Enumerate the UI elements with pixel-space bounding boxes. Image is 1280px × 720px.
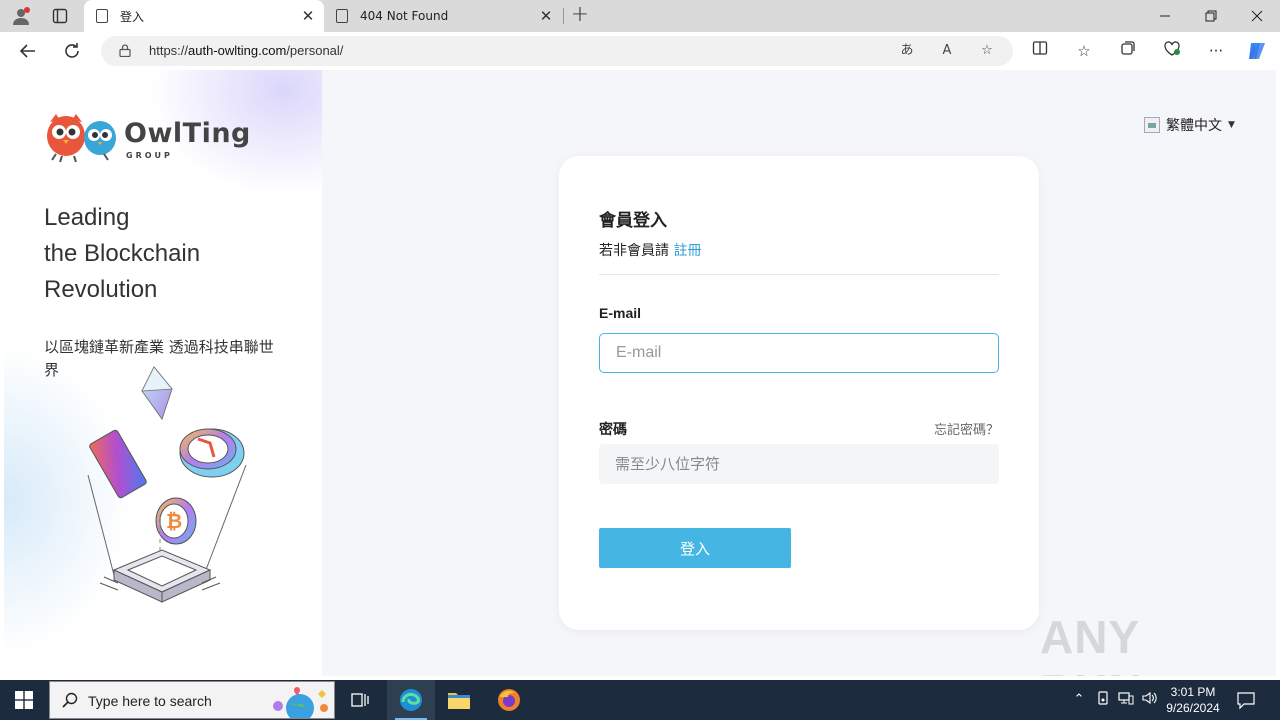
- clock-time: 3:01 PM: [1170, 685, 1216, 699]
- lock-icon[interactable]: [119, 44, 131, 57]
- taskbar: Type here to search ⌃ 3:01 PM 9/26/2024: [0, 680, 1280, 720]
- translate-icon[interactable]: あ: [896, 41, 918, 61]
- page-icon: [336, 9, 348, 23]
- taskbar-edge[interactable]: [387, 680, 435, 720]
- taskbar-file-explorer[interactable]: [435, 680, 483, 720]
- not-member-text: 若非會員請: [599, 243, 669, 259]
- tab-separator: [563, 8, 564, 24]
- profile-icon[interactable]: [10, 5, 32, 27]
- register-prompt: 若非會員請 註冊: [599, 240, 701, 260]
- address-bar-row: https://auth-owlting.com/personal/ あ A ☆…: [0, 32, 1280, 70]
- login-card: 會員登入 若非會員請 註冊 E-mail 密碼 忘記密碼？ 登入: [559, 156, 1039, 630]
- password-field[interactable]: [599, 444, 999, 484]
- taskbar-search[interactable]: Type here to search: [49, 681, 335, 719]
- tab-login[interactable]: 登入 ✕: [84, 0, 324, 32]
- url-scheme: https://: [149, 43, 189, 58]
- new-tab-button[interactable]: +: [569, 4, 591, 26]
- tab-title: 404 Not Found: [360, 9, 449, 23]
- email-field[interactable]: [599, 333, 999, 373]
- network-icon[interactable]: [1117, 691, 1135, 709]
- url-text[interactable]: https://auth-owlting.com/personal/: [149, 43, 343, 58]
- anyrun-watermark: ANY RUN: [1040, 610, 1240, 676]
- favorite-star-icon[interactable]: ☆: [976, 41, 998, 61]
- owlting-logo: OwlTing GROUP: [44, 110, 250, 164]
- close-tab-icon[interactable]: ✕: [300, 8, 316, 24]
- slogan-line-3: Revolution: [44, 276, 158, 303]
- forgot-password-link[interactable]: 忘記密碼？: [934, 419, 999, 438]
- brand-panel: OwlTing GROUP Leading the Blockchain Rev…: [4, 70, 322, 676]
- tab-actions-icon[interactable]: [49, 5, 71, 27]
- brand-wordmark: OwlTing: [124, 118, 251, 149]
- divider: [599, 274, 999, 275]
- slogan-line-1: Leading: [44, 204, 130, 231]
- more-options-icon[interactable]: ···: [1204, 40, 1228, 62]
- volume-icon[interactable]: [1141, 691, 1159, 709]
- taskbar-firefox[interactable]: [485, 680, 533, 720]
- browser-essentials-icon[interactable]: [1160, 40, 1184, 62]
- url-host: auth-owlting.com: [188, 43, 287, 58]
- url-path: /personal/: [286, 43, 344, 58]
- tab-404[interactable]: 404 Not Found ✕: [324, 0, 562, 32]
- blockchain-illustration: ₿: [87, 366, 247, 603]
- register-link[interactable]: 註冊: [673, 243, 701, 259]
- flag-icon: [1144, 117, 1160, 133]
- search-icon: [62, 692, 78, 708]
- login-page: OwlTing GROUP Leading the Blockchain Rev…: [4, 70, 1276, 676]
- show-hidden-icons-icon[interactable]: ⌃: [1070, 691, 1088, 709]
- back-button[interactable]: [16, 40, 40, 62]
- slogan: Leading the Blockchain Revolution: [44, 200, 200, 308]
- email-label: E-mail: [599, 305, 642, 321]
- browser-tab-bar: 登入 ✕ 404 Not Found ✕ +: [0, 0, 1280, 32]
- windows-logo-icon: [15, 691, 33, 709]
- favorites-icon[interactable]: ☆: [1072, 40, 1096, 62]
- address-bar[interactable]: https://auth-owlting.com/personal/ あ A ☆: [101, 36, 1013, 66]
- slogan-line-2: the Blockchain: [44, 240, 201, 267]
- split-screen-icon[interactable]: [1028, 40, 1052, 62]
- notification-icon[interactable]: [1236, 690, 1256, 710]
- minimize-button[interactable]: [1142, 0, 1188, 32]
- collections-icon[interactable]: [1116, 40, 1140, 62]
- refresh-button[interactable]: [60, 40, 84, 62]
- close-window-button[interactable]: [1234, 0, 1280, 32]
- caret-down-icon: ▼: [1228, 120, 1235, 130]
- read-aloud-icon[interactable]: A: [936, 41, 958, 61]
- copilot-icon[interactable]: [1245, 40, 1269, 62]
- task-view-button[interactable]: [336, 680, 384, 720]
- language-selector[interactable]: 繁體中文 ▼: [1144, 115, 1235, 135]
- start-button[interactable]: [0, 680, 48, 720]
- language-label: 繁體中文: [1166, 118, 1222, 134]
- firefox-icon: [498, 689, 520, 711]
- restore-button[interactable]: [1188, 0, 1234, 32]
- clock-date: 9/26/2024: [1166, 701, 1220, 715]
- edge-icon: [400, 689, 422, 711]
- watermark-text: ANY RUN: [1040, 611, 1142, 676]
- search-placeholder: Type here to search: [88, 693, 212, 709]
- login-button[interactable]: 登入: [599, 528, 791, 568]
- tab-title: 登入: [120, 9, 145, 24]
- password-label: 密碼: [599, 422, 627, 438]
- owl-mascot-icon: [47, 114, 116, 163]
- search-highlight-icon: [273, 687, 328, 718]
- taskbar-clock[interactable]: 3:01 PM 9/26/2024: [1160, 684, 1226, 716]
- svg-text:₿: ₿: [166, 509, 182, 533]
- login-title: 會員登入: [599, 211, 667, 231]
- folder-icon: [448, 693, 470, 709]
- device-icon[interactable]: [1094, 691, 1112, 709]
- brand-group-label: GROUP: [126, 151, 173, 160]
- close-tab-icon[interactable]: ✕: [538, 8, 554, 24]
- page-icon: [96, 9, 108, 23]
